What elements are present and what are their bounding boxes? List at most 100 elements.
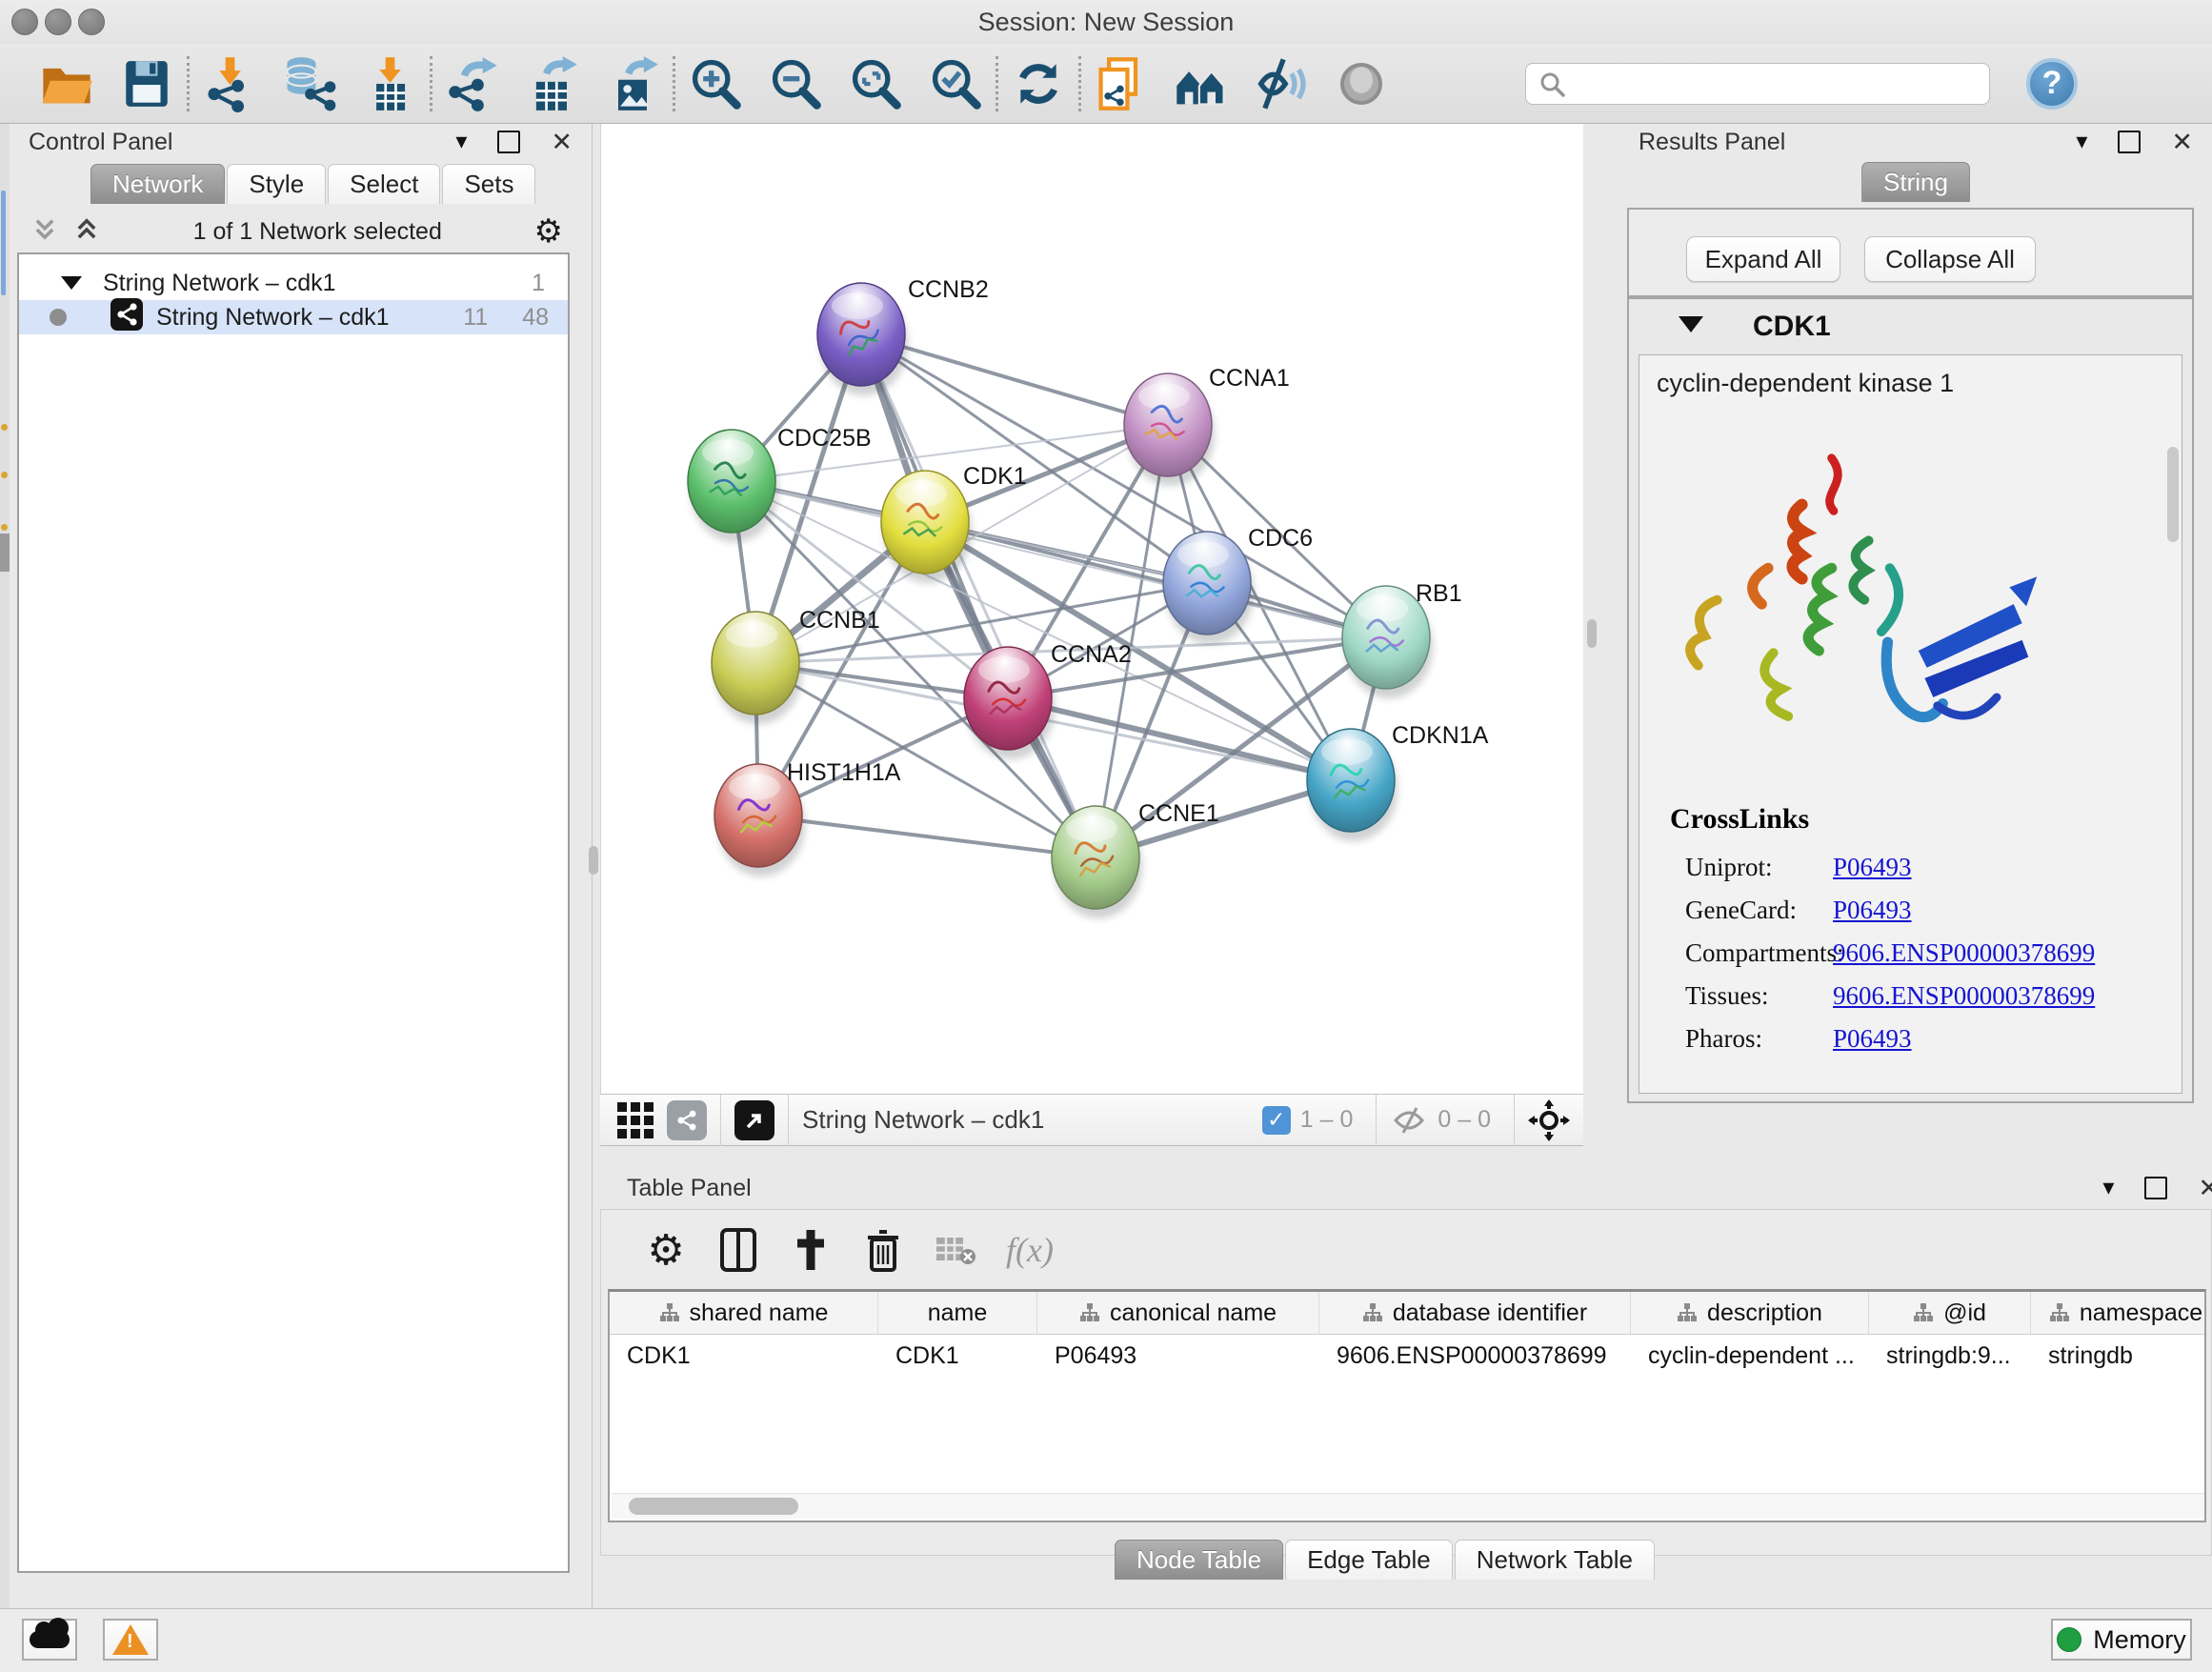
show-columns-icon[interactable] <box>716 1226 760 1274</box>
selected-checkbox-icon[interactable]: ✓ <box>1262 1106 1291 1135</box>
column-header-description[interactable]: description <box>1631 1292 1869 1334</box>
show-all-button[interactable] <box>1331 53 1392 114</box>
network-row[interactable]: String Network – cdk1 11 48 <box>19 300 568 334</box>
open-session-button[interactable] <box>36 53 97 114</box>
network-node-CCNA1[interactable] <box>1124 373 1215 486</box>
cloud-button[interactable] <box>22 1619 77 1661</box>
zoom-in-button[interactable] <box>685 53 746 114</box>
import-network-database-button[interactable] <box>279 53 340 114</box>
close-window-button[interactable] <box>11 9 38 35</box>
tab-select[interactable]: Select <box>328 164 440 204</box>
tab-style[interactable]: Style <box>227 164 326 204</box>
column-header-name[interactable]: name <box>878 1292 1037 1334</box>
network-canvas[interactable]: CCNB2CCNA1CDC25BCDK1CDC6RB1CCNB1CCNA2HIS… <box>600 124 1583 1094</box>
network-options-gear-icon[interactable]: ⚙ <box>534 212 563 251</box>
table-panel-maximize-button[interactable] <box>2144 1177 2167 1199</box>
cell-canonical-name[interactable]: P06493 <box>1037 1335 1319 1377</box>
left-splitter-handle[interactable] <box>589 846 598 875</box>
search-input[interactable] <box>1525 63 1990 105</box>
maximize-window-button[interactable] <box>78 9 105 35</box>
results-panel-float-button[interactable]: ▾ <box>2076 131 2087 153</box>
scrollbar-thumb[interactable] <box>629 1498 798 1515</box>
table-horizontal-scrollbar[interactable] <box>612 1493 2204 1519</box>
warnings-button[interactable]: ! <box>103 1619 158 1661</box>
zoom-fit-button[interactable] <box>845 53 906 114</box>
detach-view-button[interactable] <box>734 1100 774 1140</box>
import-table-file-button[interactable] <box>359 53 420 114</box>
crosslink-link[interactable]: 9606.ENSP00000378699 <box>1833 938 2095 968</box>
control-panel-maximize-button[interactable] <box>497 131 520 153</box>
tab-string[interactable]: String <box>1861 162 1970 202</box>
network-node-CCNE1[interactable] <box>1052 806 1142 918</box>
help-button[interactable]: ? <box>2026 58 2078 110</box>
results-panel-close-button[interactable]: ✕ <box>2171 128 2193 157</box>
network-node-CDC6[interactable] <box>1163 532 1254 644</box>
table-row[interactable]: CDK1CDK1P064939606.ENSP00000378699cyclin… <box>610 1335 2204 1377</box>
expand-all-tree-button[interactable] <box>30 216 59 248</box>
refresh-button[interactable] <box>1008 53 1069 114</box>
gene-collapse-triangle-icon[interactable] <box>1679 316 1703 332</box>
control-panel-close-button[interactable]: ✕ <box>551 128 573 157</box>
column-header-@id[interactable]: @id <box>1869 1292 2031 1334</box>
tab-node-table[interactable]: Node Table <box>1115 1540 1283 1580</box>
minimize-window-button[interactable] <box>45 9 71 35</box>
pan-crosshair-icon[interactable] <box>1528 1099 1570 1141</box>
network-collection-row[interactable]: String Network – cdk1 1 <box>19 266 568 300</box>
cell-namespace[interactable]: stringdb <box>2031 1335 2206 1377</box>
crosslink-link[interactable]: 9606.ENSP00000378699 <box>1833 981 2095 1011</box>
hide-selected-button[interactable] <box>1251 53 1312 114</box>
crosslink-link[interactable]: P06493 <box>1833 1024 1912 1054</box>
network-overview-button[interactable] <box>667 1100 707 1140</box>
birdseye-grid-button[interactable] <box>617 1102 654 1138</box>
hidden-eye-slash-icon[interactable] <box>1390 1106 1428 1135</box>
table-panel-close-button[interactable]: ✕ <box>2198 1174 2212 1203</box>
column-gear-icon[interactable]: ⚙ <box>644 1226 688 1274</box>
column-header-canonical-name[interactable]: canonical name <box>1037 1292 1319 1334</box>
delete-column-trash-icon[interactable] <box>861 1226 905 1274</box>
gene-section-header[interactable]: CDK1 <box>1629 299 2192 356</box>
tab-edge-table[interactable]: Edge Table <box>1285 1540 1453 1580</box>
network-node-CDKN1A[interactable] <box>1307 729 1398 841</box>
right-splitter-handle[interactable] <box>1587 619 1597 648</box>
zoom-selected-button[interactable] <box>925 53 986 114</box>
import-network-file-button[interactable] <box>199 53 260 114</box>
network-node-CDK1[interactable] <box>881 471 972 583</box>
export-image-button[interactable] <box>602 53 663 114</box>
copy-style-button[interactable] <box>1091 53 1152 114</box>
table-panel-float-button[interactable]: ▾ <box>2102 1177 2114 1199</box>
network-node-CDC25B[interactable] <box>688 430 778 542</box>
tab-network[interactable]: Network <box>90 164 225 204</box>
control-panel-float-button[interactable]: ▾ <box>455 131 467 153</box>
network-node-CCNA2[interactable] <box>964 647 1055 759</box>
network-node-CCNB2[interactable] <box>817 283 908 395</box>
column-header-shared-name[interactable]: shared name <box>610 1292 878 1334</box>
crosslink-link[interactable]: P06493 <box>1833 853 1912 882</box>
export-table-button[interactable] <box>522 53 583 114</box>
memory-button[interactable]: Memory <box>2051 1619 2192 1661</box>
collapse-all-button[interactable]: Collapse All <box>1864 236 2036 282</box>
save-session-button[interactable] <box>116 53 177 114</box>
zoom-out-button[interactable] <box>765 53 826 114</box>
cell-@id[interactable]: stringdb:9... <box>1869 1335 2031 1377</box>
cell-name[interactable]: CDK1 <box>878 1335 1037 1377</box>
delete-table-icon[interactable] <box>934 1226 977 1274</box>
create-column-icon[interactable] <box>789 1226 833 1274</box>
tab-network-table[interactable]: Network Table <box>1455 1540 1655 1580</box>
export-network-button[interactable] <box>442 53 503 114</box>
cell-shared-name[interactable]: CDK1 <box>610 1335 878 1377</box>
crosslink-link[interactable]: P06493 <box>1833 896 1912 925</box>
collection-expand-triangle-icon[interactable] <box>61 276 82 290</box>
function-builder-button[interactable]: f(x) <box>1006 1226 1054 1274</box>
first-neighbors-button[interactable] <box>1171 53 1232 114</box>
cell-description[interactable]: cyclin-dependent ... <box>1631 1335 1869 1377</box>
tab-sets[interactable]: Sets <box>442 164 535 204</box>
column-header-namespace[interactable]: namespace <box>2031 1292 2206 1334</box>
network-node-CCNB1[interactable] <box>712 612 802 724</box>
collapse-all-tree-button[interactable] <box>72 216 101 248</box>
expand-all-button[interactable]: Expand All <box>1686 236 1840 282</box>
cell-database-identifier[interactable]: 9606.ENSP00000378699 <box>1319 1335 1631 1377</box>
network-edge-CCNE1-HIST1H1A[interactable] <box>758 816 1096 857</box>
column-header-database-identifier[interactable]: database identifier <box>1319 1292 1631 1334</box>
results-scrollbar-thumb[interactable] <box>2167 447 2179 542</box>
results-panel-maximize-button[interactable] <box>2118 131 2141 153</box>
